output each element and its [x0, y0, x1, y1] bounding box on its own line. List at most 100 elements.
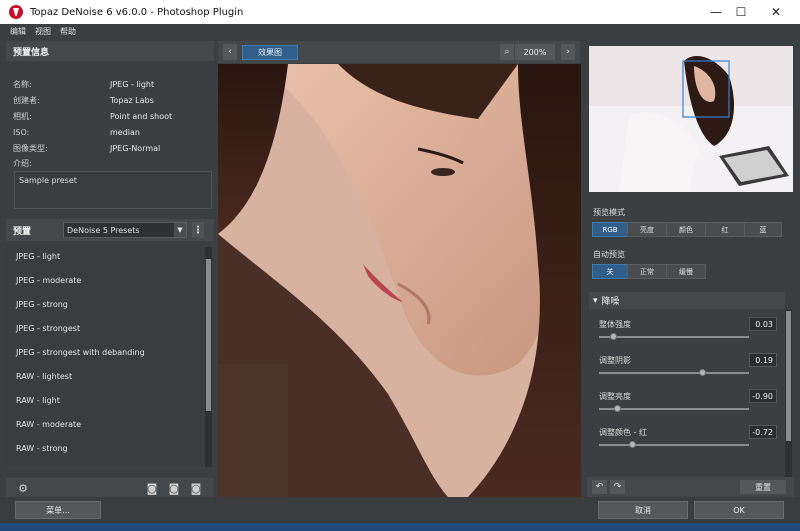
info-row-camera: 相机: Point and shoot — [13, 109, 213, 123]
mode-blue-button[interactable]: 蓝 — [744, 222, 782, 237]
ok-button[interactable]: OK — [694, 501, 784, 519]
cancel-button[interactable]: 取消 — [598, 501, 688, 519]
auto-off-button[interactable]: 关 — [592, 264, 628, 279]
slider-value-input[interactable]: 0.03 — [749, 317, 777, 331]
preview-image[interactable] — [218, 64, 581, 497]
taskbar — [0, 523, 800, 531]
menu-help[interactable]: 帮助 — [60, 26, 76, 37]
info-row-iso: ISO: median — [13, 125, 213, 139]
next-button[interactable]: › — [561, 44, 575, 60]
info-row-intro: 介绍: — [13, 156, 213, 170]
info-row-image-type: 图像类型: JPEG-Normal — [13, 141, 213, 155]
slider-track[interactable] — [599, 405, 749, 412]
camera-add-icon[interactable]: ◙ — [167, 481, 181, 495]
mode-luminance-button[interactable]: 亮度 — [627, 222, 667, 237]
info-key: 相机: — [13, 111, 32, 121]
portrait-photo — [218, 64, 581, 497]
slider-value-input[interactable]: -0.72 — [749, 425, 777, 439]
info-value: JPEG - light — [110, 79, 155, 89]
close-button[interactable]: ✕ — [759, 0, 793, 24]
reset-button[interactable]: 重置 — [740, 480, 786, 494]
list-item[interactable]: RAW - lightest — [6, 364, 204, 388]
list-item[interactable]: JPEG - light — [6, 244, 204, 268]
slider-knob[interactable] — [699, 369, 706, 376]
triangle-down-icon: ▾ — [593, 295, 598, 306]
footer: 菜单... 取消 OK — [0, 497, 800, 523]
preset-description: Sample preset — [14, 171, 212, 209]
slider-value-input[interactable]: -0.90 — [749, 389, 777, 403]
prev-button[interactable]: ‹ — [223, 44, 237, 60]
mode-color-button[interactable]: 颜色 — [666, 222, 706, 237]
preset-collection-value: DeNoise 5 Presets — [67, 225, 140, 235]
thumbnail-photo — [589, 46, 793, 192]
maximize-button[interactable]: ☐ — [724, 0, 758, 24]
info-row-creator: 创建者: Topaz Labs — [13, 93, 213, 107]
preset-tools: ⚙ ◙ ◙ ◙ — [6, 478, 214, 498]
scrollbar-thumb[interactable] — [786, 311, 791, 441]
denoise-heading: 降噪 — [601, 297, 620, 307]
slider-label: 调整阴影 — [599, 356, 631, 365]
info-key: 名称: — [13, 79, 32, 89]
mode-rgb-button[interactable]: RGB — [592, 222, 628, 237]
slider-value-input[interactable]: 0.19 — [749, 353, 777, 367]
slider-label: 调整亮度 — [599, 392, 631, 401]
preset-info-heading: 预置信息 — [6, 41, 214, 61]
list-item[interactable]: RAW - light — [6, 388, 204, 412]
slider-label: 调整颜色 - 红 — [599, 428, 647, 437]
auto-normal-button[interactable]: 正常 — [627, 264, 667, 279]
info-row-name: 名称: JPEG - light — [13, 77, 213, 91]
list-item[interactable]: RAW - moderate — [6, 412, 204, 436]
slider-knob[interactable] — [610, 333, 617, 340]
navigator-thumbnail[interactable] — [589, 46, 793, 192]
history-bar: ↶ ↷ 重置 — [587, 477, 794, 497]
camera-icon[interactable]: ◙ — [145, 481, 159, 495]
auto-slow-button[interactable]: 缓慢 — [666, 264, 706, 279]
slider-track[interactable] — [599, 369, 749, 376]
app-window: Topaz DeNoise 6 v6.0.0 - Photoshop Plugi… — [0, 0, 800, 531]
window-title: Topaz DeNoise 6 v6.0.0 - Photoshop Plugi… — [30, 6, 244, 18]
preview-mode-group: RGB 亮度 颜色 红 蓝 — [592, 222, 782, 237]
mode-red-button[interactable]: 红 — [705, 222, 745, 237]
redo-icon[interactable]: ↷ — [610, 480, 625, 494]
slider-track[interactable] — [599, 441, 749, 448]
slider-track[interactable] — [599, 333, 749, 340]
info-value: JPEG-Normal — [110, 143, 161, 153]
info-key: 介绍: — [13, 158, 32, 168]
info-key: 创建者: — [13, 95, 40, 105]
info-key: ISO: — [13, 127, 30, 137]
presets-heading: 预置 — [13, 226, 32, 237]
left-panel: 预置信息 名称: JPEG - light 创建者: Topaz Labs 相机… — [6, 41, 214, 498]
zoom-level[interactable]: 200% — [515, 44, 555, 60]
info-value: median — [110, 127, 140, 137]
info-value: Topaz Labs — [110, 95, 154, 105]
search-icon[interactable]: ⌕ — [500, 44, 514, 60]
preset-list: JPEG - light JPEG - moderate JPEG - stro… — [6, 244, 204, 466]
more-options-icon[interactable]: ⋮ — [192, 222, 204, 238]
menu-edit[interactable]: 编辑 — [10, 26, 26, 37]
title-bar: Topaz DeNoise 6 v6.0.0 - Photoshop Plugi… — [0, 0, 800, 24]
chevron-down-icon[interactable]: ▼ — [174, 223, 186, 237]
right-panel: 预览模式 RGB 亮度 颜色 红 蓝 自动预览 关 正常 缓慢 ▾ 降噪 整体强… — [587, 41, 794, 497]
menu-view[interactable]: 视图 — [35, 26, 51, 37]
view-result-button[interactable]: 效果图 — [242, 45, 298, 60]
undo-icon[interactable]: ↶ — [592, 480, 607, 494]
slider-label: 整体强度 — [599, 320, 631, 329]
settings-scrollbar[interactable] — [785, 309, 792, 477]
slider-knob[interactable] — [629, 441, 636, 448]
camera-remove-icon[interactable]: ◙ — [189, 481, 203, 495]
list-item[interactable]: JPEG - moderate — [6, 268, 204, 292]
preset-collection-select[interactable]: DeNoise 5 Presets ▼ — [63, 222, 187, 238]
preset-list-scrollbar[interactable] — [205, 247, 212, 467]
preset-bar: 预置 DeNoise 5 Presets ▼ ⋮ — [6, 219, 214, 241]
list-item[interactable]: RAW - strong — [6, 436, 204, 460]
list-item[interactable]: JPEG - strong — [6, 292, 204, 316]
info-value: Point and shoot — [110, 111, 173, 121]
denoise-section-header[interactable]: ▾ 降噪 — [589, 292, 785, 309]
scrollbar-thumb[interactable] — [206, 259, 211, 411]
auto-preview-label: 自动预览 — [593, 250, 625, 259]
gear-icon[interactable]: ⚙ — [16, 481, 30, 495]
slider-knob[interactable] — [614, 405, 621, 412]
list-item[interactable]: JPEG - strongest with debanding — [6, 340, 204, 364]
menu-button[interactable]: 菜单... — [15, 501, 101, 519]
list-item[interactable]: JPEG - strongest — [6, 316, 204, 340]
